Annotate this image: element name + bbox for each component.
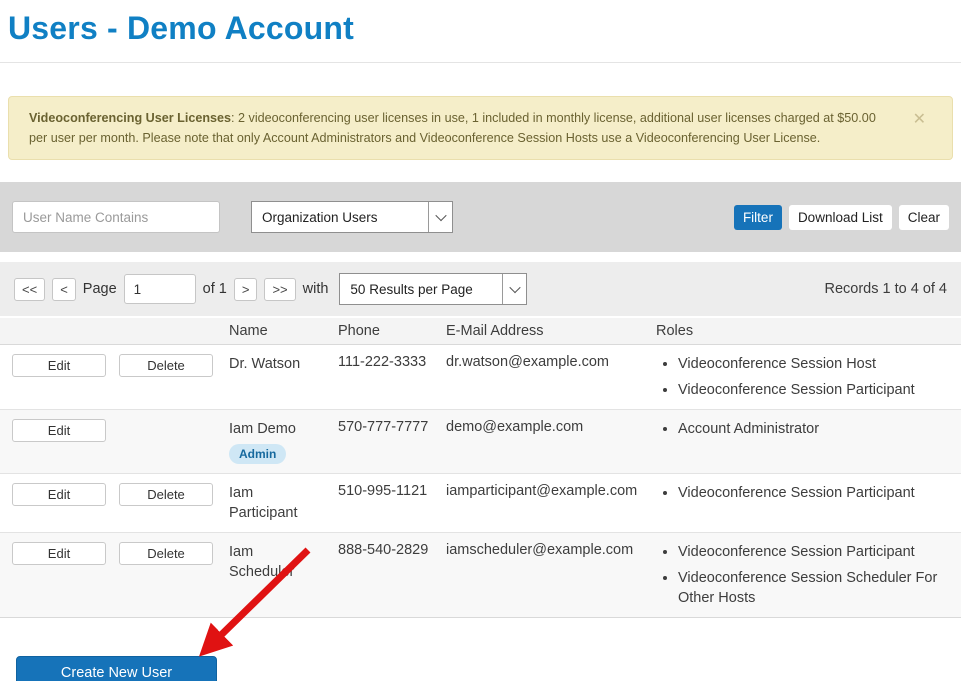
user-phone: 111-222-3333 — [330, 345, 438, 410]
page-number-input[interactable] — [124, 274, 196, 304]
license-notice-text: Videoconferencing User Licenses: 2 video… — [29, 108, 892, 148]
chevron-down-icon — [502, 274, 526, 304]
user-name-filter-input[interactable] — [12, 201, 220, 233]
create-new-user-button[interactable]: Create New User — [16, 656, 217, 681]
user-name: Iam Demo — [229, 419, 322, 439]
user-name: Iam Participant — [229, 483, 322, 523]
table-row: Edit Delete Dr. Watson 111-222-3333 dr.w… — [0, 345, 961, 410]
user-type-select-value: Organization Users — [252, 202, 428, 232]
delete-button[interactable]: Delete — [119, 483, 213, 506]
header-email: E-Mail Address — [438, 318, 648, 345]
page-label: Page — [83, 281, 117, 297]
table-row: Edit Delete Iam Participant 510-995-1121… — [0, 474, 961, 533]
chevron-down-icon — [428, 202, 452, 232]
title-divider — [0, 62, 961, 63]
edit-button[interactable]: Edit — [12, 354, 106, 377]
previous-page-button[interactable]: < — [52, 278, 76, 301]
filter-button[interactable]: Filter — [734, 205, 782, 230]
admin-badge: Admin — [229, 444, 286, 464]
header-actions-delete — [111, 318, 219, 345]
users-table: Name Phone E-Mail Address Roles Edit Del… — [0, 318, 961, 618]
roles-list: Account Administrator — [656, 419, 953, 439]
users-table-body: Edit Delete Dr. Watson 111-222-3333 dr.w… — [0, 345, 961, 618]
edit-button[interactable]: Edit — [12, 483, 106, 506]
next-page-button[interactable]: > — [234, 278, 258, 301]
download-list-button[interactable]: Download List — [789, 205, 892, 230]
user-email: iamparticipant@example.com — [438, 474, 648, 533]
delete-button[interactable]: Delete — [119, 542, 213, 565]
role-item: Videoconference Session Host — [678, 354, 953, 374]
user-email: dr.watson@example.com — [438, 345, 648, 410]
last-page-button[interactable]: >> — [264, 278, 295, 301]
records-count: Records 1 to 4 of 4 — [824, 281, 947, 297]
user-phone: 510-995-1121 — [330, 474, 438, 533]
header-name: Name — [219, 318, 330, 345]
users-page: Users - Demo Account Videoconferencing U… — [0, 0, 961, 681]
pagination-bar: << < Page of 1 > >> with 50 Results per … — [0, 262, 961, 316]
results-per-page-select[interactable]: 50 Results per Page — [339, 273, 527, 305]
edit-button[interactable]: Edit — [12, 542, 106, 565]
users-table-header: Name Phone E-Mail Address Roles — [0, 318, 961, 345]
header-actions-edit — [0, 318, 111, 345]
results-per-page-value: 50 Results per Page — [340, 274, 502, 304]
license-notice-banner: Videoconferencing User Licenses: 2 video… — [8, 96, 953, 160]
table-row: Edit Delete Iam Demo Admin 570-777-7777 … — [0, 410, 961, 474]
role-item: Videoconference Session Participant — [678, 380, 953, 400]
roles-list: Videoconference Session Participant — [656, 483, 953, 503]
delete-button[interactable]: Delete — [119, 354, 213, 377]
user-name: Iam Scheduler — [229, 542, 322, 582]
page-title: Users - Demo Account — [8, 10, 961, 47]
with-label: with — [303, 281, 329, 297]
role-item: Videoconference Session Scheduler For Ot… — [678, 568, 953, 608]
first-page-button[interactable]: << — [14, 278, 45, 301]
close-icon[interactable]: ✕ — [913, 107, 926, 133]
clear-button[interactable]: Clear — [899, 205, 949, 230]
roles-list: Videoconference Session Participant Video… — [656, 542, 953, 608]
header-roles: Roles — [648, 318, 961, 345]
user-name: Dr. Watson — [229, 354, 322, 374]
filter-bar: Organization Users Filter Download List … — [0, 182, 961, 252]
edit-button[interactable]: Edit — [12, 419, 106, 442]
table-row: Edit Delete Iam Scheduler 888-540-2829 i… — [0, 533, 961, 618]
page-count-label: of 1 — [203, 281, 227, 297]
roles-list: Videoconference Session Host Videoconfere… — [656, 354, 953, 400]
license-notice-heading: Videoconferencing User Licenses — [29, 111, 231, 125]
user-email: iamscheduler@example.com — [438, 533, 648, 618]
user-phone: 570-777-7777 — [330, 410, 438, 474]
user-phone: 888-540-2829 — [330, 533, 438, 618]
role-item: Videoconference Session Participant — [678, 483, 953, 503]
user-email: demo@example.com — [438, 410, 648, 474]
user-type-select[interactable]: Organization Users — [251, 201, 453, 233]
role-item: Videoconference Session Participant — [678, 542, 953, 562]
header-phone: Phone — [330, 318, 438, 345]
role-item: Account Administrator — [678, 419, 953, 439]
